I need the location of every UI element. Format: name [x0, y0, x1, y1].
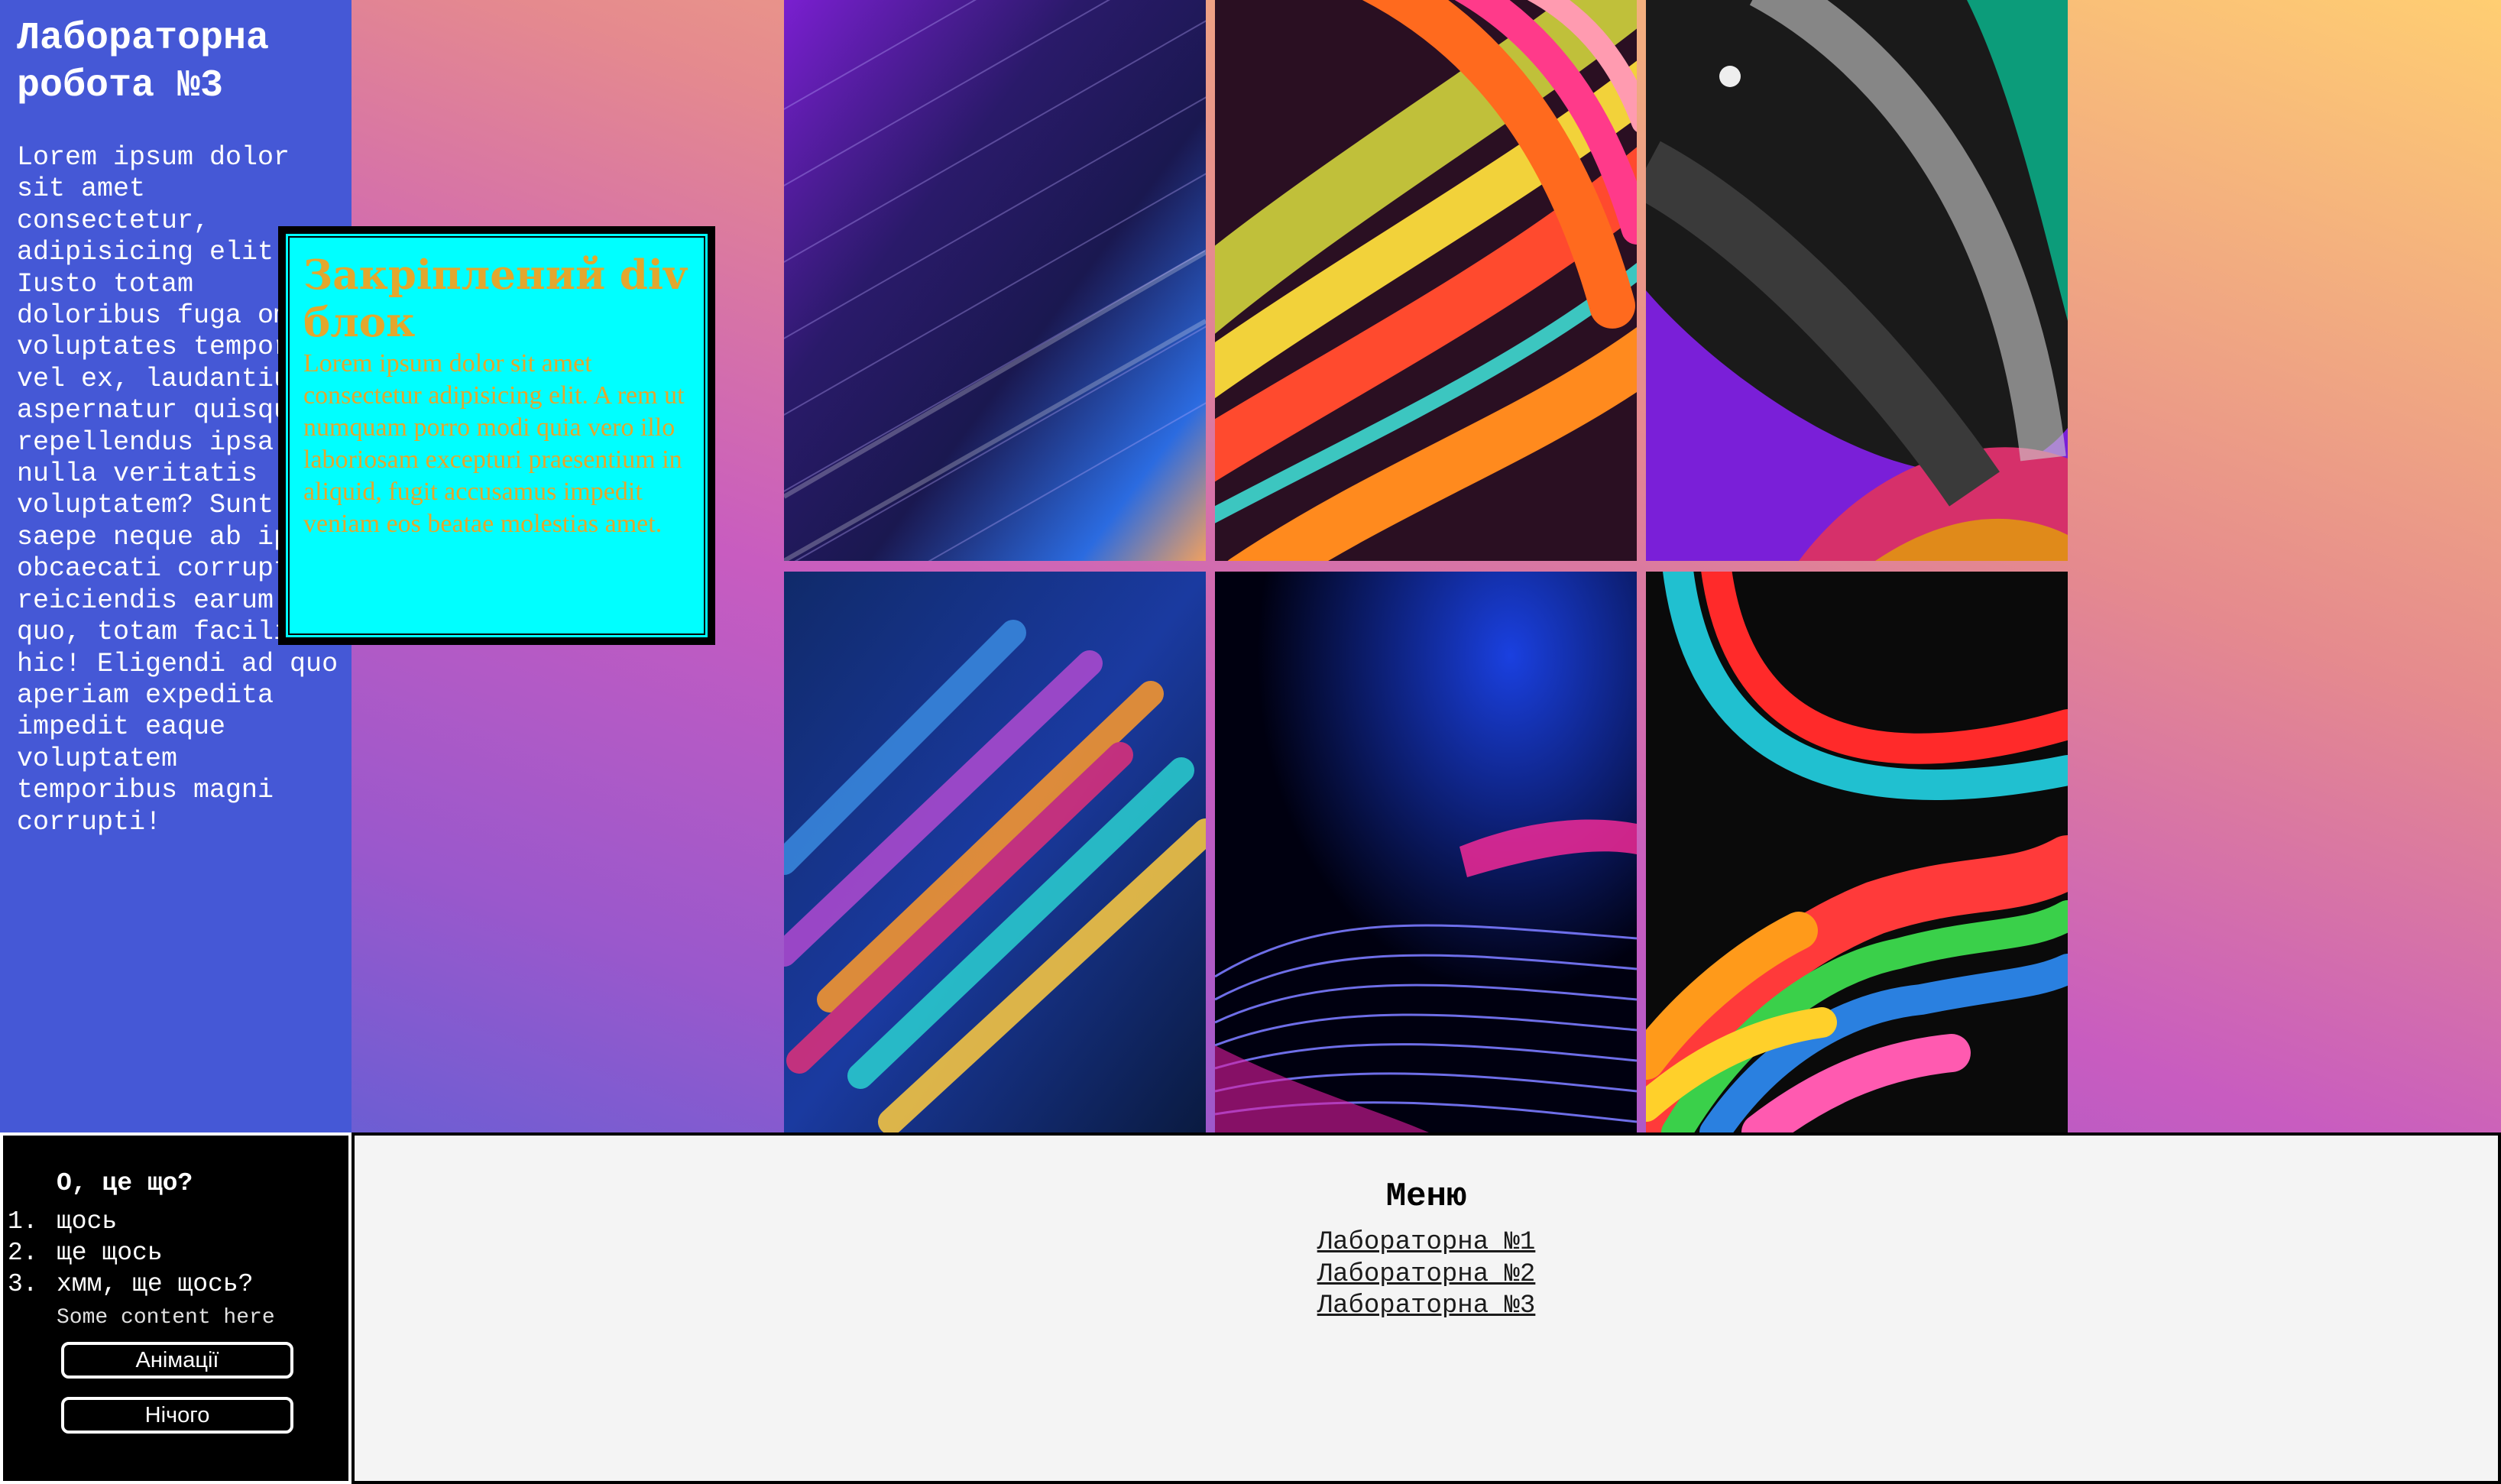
- info-box-small-text: Some content here: [57, 1306, 275, 1330]
- info-list: 1. щось 2. ще щось 3. хмм, ще щось?: [3, 1206, 253, 1300]
- list-item: 3. хмм, ще щось?: [3, 1269, 253, 1300]
- abstract-dark-arches-image: [1646, 0, 2068, 561]
- abstract-blurred-rainbow-image: [784, 572, 1206, 1132]
- info-box: О, це що? 1. щось 2. ще щось 3. хмм, ще щос…: [0, 1132, 352, 1484]
- abstract-colorful-curves-image: [1215, 0, 1637, 561]
- fixed-block-title: Закріплений div блок: [303, 251, 687, 346]
- list-item-text: хмм, ще щось?: [57, 1270, 254, 1298]
- list-item: 2. ще щось: [3, 1237, 253, 1269]
- abstract-purple-streaks-image: [784, 0, 1206, 561]
- list-item: 1. щось: [3, 1206, 253, 1237]
- info-box-heading: О, це що?: [57, 1169, 193, 1197]
- list-item-text: ще щось: [57, 1239, 163, 1267]
- abstract-blue-mesh-waves-image: [1215, 572, 1637, 1132]
- nothing-button[interactable]: Нічого: [61, 1397, 293, 1434]
- image-gallery: [784, 0, 2068, 1132]
- animations-button[interactable]: Анімації: [61, 1342, 293, 1379]
- lab-2-link[interactable]: Лабораторна №2: [1317, 1260, 1536, 1289]
- lab-3-link[interactable]: Лабораторна №3: [1317, 1291, 1536, 1320]
- list-item-number: 3.: [8, 1270, 38, 1298]
- menu-item: Лабораторна №3: [355, 1291, 2498, 1323]
- list-item-number: 1.: [8, 1207, 38, 1236]
- list-item-text: щось: [57, 1207, 118, 1236]
- page-title: Лабораторна робота №3: [17, 17, 270, 108]
- menu-title: Меню: [1385, 1178, 1467, 1216]
- menu-list: Лабораторна №1 Лабораторна №2 Лабораторн…: [355, 1227, 2498, 1323]
- abstract-liquid-swirl-image: [1646, 572, 2068, 1132]
- list-item-number: 2.: [8, 1239, 38, 1267]
- menu-panel: Меню Лабораторна №1 Лабораторна №2 Лабор…: [352, 1132, 2501, 1484]
- menu-item: Лабораторна №2: [355, 1259, 2498, 1291]
- menu-item: Лабораторна №1: [355, 1227, 2498, 1259]
- fixed-div-block: Закріплений div блок Lorem ipsum dolor s…: [278, 226, 715, 645]
- lab-1-link[interactable]: Лабораторна №1: [1317, 1228, 1536, 1257]
- fixed-block-text: Lorem ipsum dolor sit amet consectetur a…: [303, 349, 685, 538]
